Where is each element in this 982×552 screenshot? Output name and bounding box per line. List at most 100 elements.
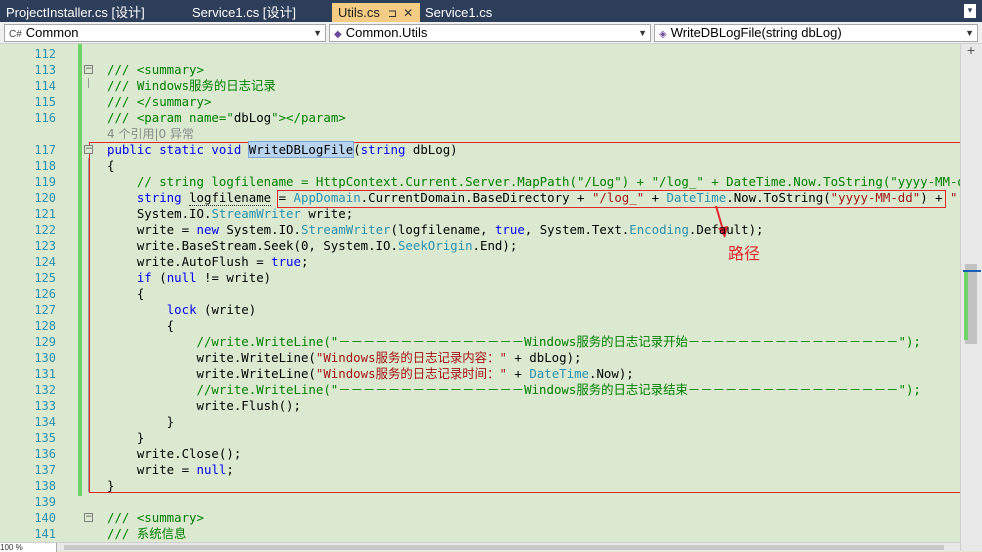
- csharp-project-icon: C#: [9, 29, 22, 40]
- type-dropdown[interactable]: ◆ Common.Utils ▼: [329, 24, 651, 42]
- code-line[interactable]: 135 }: [0, 430, 960, 446]
- line-number: 129: [34, 335, 56, 349]
- codelens-references[interactable]: 4 个引用|0 异常: [107, 126, 194, 142]
- code-text: public static void WriteDBLogFile(string…: [107, 141, 458, 158]
- code-line[interactable]: 114 /// Windows服务的日志记录: [0, 78, 960, 94]
- code-line[interactable]: 116 /// <param name="dbLog"></param>: [0, 110, 960, 126]
- collapse-toggle-icon[interactable]: −: [84, 513, 93, 522]
- code-token: write.WriteLine(: [107, 350, 316, 365]
- tab-overflow-dropdown-icon[interactable]: ▾: [964, 4, 976, 18]
- line-number: 124: [34, 255, 56, 269]
- tab-projectinstaller-design[interactable]: ProjectInstaller.cs [设计]: [0, 3, 182, 22]
- code-text: /// </summary>: [107, 94, 211, 110]
- code-line[interactable]: 131 write.WriteLine("Windows服务的日志记录时间：" …: [0, 366, 960, 382]
- code-text: /// <summary>: [107, 62, 204, 78]
- code-line[interactable]: 128 {: [0, 318, 960, 334]
- code-token: /// </summary>: [107, 94, 212, 109]
- code-token: ;: [226, 462, 234, 477]
- code-text: /// <param name="dbLog"></param>: [107, 110, 346, 126]
- code-line[interactable]: 120 string logfilename = AppDomain.Curre…: [0, 190, 960, 206]
- code-line[interactable]: 121 System.IO.StreamWriter write;: [0, 206, 960, 222]
- code-token: string: [360, 142, 406, 157]
- code-line[interactable]: 141 /// 系统信息: [0, 526, 960, 542]
- line-number: 128: [34, 319, 56, 333]
- code-token: true: [494, 222, 525, 237]
- code-line[interactable]: 127 lock (write): [0, 302, 960, 318]
- code-token: "></param>: [271, 110, 346, 125]
- code-line[interactable]: 133 write.Flush();: [0, 398, 960, 414]
- tab-service1-cs[interactable]: Service1.cs: [419, 3, 519, 22]
- collapse-toggle-icon[interactable]: −: [84, 65, 93, 74]
- line-number: 135: [34, 431, 56, 445]
- code-line[interactable]: 129 //write.WriteLine("－－－－－－－－－－－－－－－Wi…: [0, 334, 960, 350]
- code-line[interactable]: 117 − public static void WriteDBLogFile(st…: [0, 141, 960, 158]
- project-dropdown-label: Common: [25, 25, 79, 40]
- code-token: write.Flush();: [107, 398, 301, 413]
- code-line[interactable]: 112: [0, 46, 960, 62]
- project-dropdown[interactable]: C# Common ▼: [4, 24, 326, 42]
- code-line[interactable]: 124 write.AutoFlush = true;: [0, 254, 960, 270]
- code-text: write = null;: [107, 462, 234, 478]
- close-icon[interactable]: ✕: [403, 6, 413, 20]
- line-number: 130: [34, 351, 56, 365]
- code-token: .Default);: [688, 222, 764, 237]
- code-line[interactable]: 138}: [0, 478, 960, 494]
- line-number: 120: [34, 191, 56, 205]
- tab-service1-design[interactable]: Service1.cs [设计]: [186, 3, 326, 22]
- navigation-bar: C# Common ▼ ◆ Common.Utils ▼ ◈ WriteDBLogFile…: [0, 22, 982, 44]
- code-line[interactable]: 119 // string logfilename = HttpContext.…: [0, 174, 960, 190]
- class-icon: ◆: [334, 29, 342, 40]
- code-line[interactable]: 118 {: [0, 158, 960, 174]
- code-token: "Windows服务的日志记录时间：": [315, 366, 507, 381]
- line-number: 117: [34, 143, 56, 157]
- code-line[interactable]: 113 − /// <summary>: [0, 62, 960, 78]
- code-text: {: [107, 286, 144, 302]
- code-text: write.Close();: [107, 446, 241, 462]
- code-line[interactable]: 134 }: [0, 414, 960, 430]
- code-token: write.Close();: [107, 446, 242, 461]
- code-line[interactable]: 123 write.BaseStream.Seek(0, System.IO.S…: [0, 238, 960, 254]
- chevron-down-icon: ▼: [313, 28, 322, 38]
- code-line[interactable]: 122 write = new System.IO.StreamWriter(l…: [0, 222, 960, 238]
- code-line[interactable]: 126 {: [0, 286, 960, 302]
- code-token: write =: [107, 222, 197, 237]
- code-token: write =: [107, 462, 197, 477]
- scrollbar-change-marker: [964, 270, 968, 340]
- code-text: lock (write): [107, 302, 257, 318]
- code-line[interactable]: 140 − /// <summary>: [0, 510, 960, 526]
- code-token: +: [506, 366, 530, 381]
- code-line[interactable]: 137 write = null;: [0, 462, 960, 478]
- member-dropdown[interactable]: ◈ WriteDBLogFile(string dbLog) ▼: [654, 24, 978, 42]
- code-token: +: [644, 190, 667, 205]
- code-line[interactable]: 125 if (null != write): [0, 270, 960, 286]
- line-number: 121: [34, 207, 56, 221]
- horizontal-scrollbar-thumb[interactable]: [64, 545, 944, 550]
- chevron-down-icon: ▼: [965, 28, 974, 38]
- code-token: if: [136, 270, 152, 285]
- code-token: /// Windows服务的日志记录: [107, 78, 276, 93]
- code-text: }: [107, 414, 174, 430]
- line-number: 112: [34, 47, 56, 61]
- code-editor[interactable]: 4 个引用|0 异常 路径 112 113−/// <summary> 114///…: [0, 44, 960, 542]
- code-token: "yyyy-MM-dd": [830, 190, 921, 205]
- code-line[interactable]: 115 /// </summary>: [0, 94, 960, 110]
- code-token: logfilename: [189, 190, 272, 206]
- code-token: dbLog: [233, 110, 272, 125]
- collapse-toggle-icon[interactable]: −: [84, 145, 93, 154]
- code-token: lock: [166, 302, 197, 317]
- split-editor-icon[interactable]: +: [965, 45, 977, 56]
- tab-utils-cs[interactable]: Utils.cs ⊐ ✕: [332, 3, 420, 22]
- horizontal-scrollbar[interactable]: 100 %: [0, 542, 960, 552]
- vertical-scrollbar[interactable]: +: [960, 44, 982, 551]
- code-token: (logfilename,: [390, 222, 495, 237]
- line-number: 122: [34, 223, 56, 237]
- pin-icon[interactable]: ⊐: [388, 8, 397, 20]
- code-text: write.WriteLine("Windows服务的日志记录内容：" + db…: [107, 350, 582, 366]
- code-token: /// <summary>: [107, 62, 204, 77]
- code-line[interactable]: 130 write.WriteLine("Windows服务的日志记录内容：" …: [0, 350, 960, 366]
- code-token: /// 系统信息: [107, 526, 187, 541]
- code-line[interactable]: 136 write.Close();: [0, 446, 960, 462]
- code-text: write.Flush();: [107, 398, 301, 414]
- code-line[interactable]: 139: [0, 494, 960, 510]
- code-line[interactable]: 132 //write.WriteLine("－－－－－－－－－－－－－－－Wi…: [0, 382, 960, 398]
